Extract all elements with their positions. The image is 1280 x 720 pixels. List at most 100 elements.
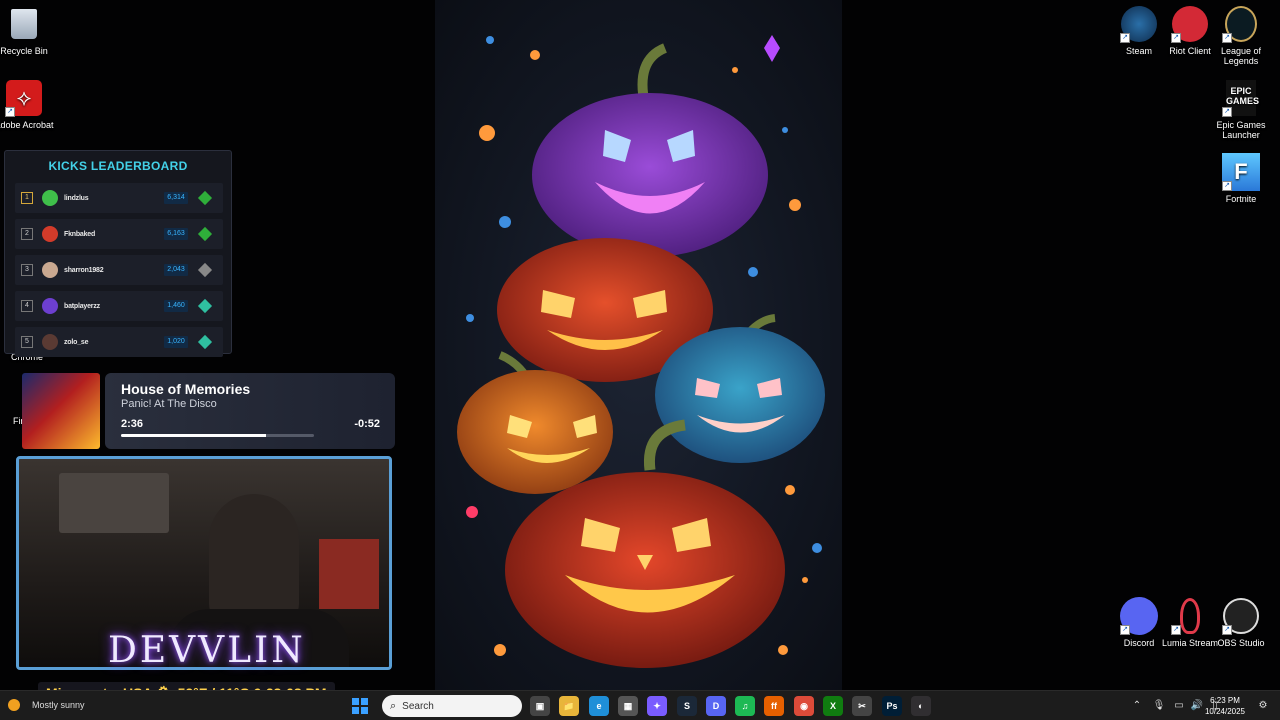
epic-games-shortcut[interactable]: EPIC GAMES ↗ Epic Games Launcher bbox=[1209, 79, 1273, 140]
leaderboard-rank: 1 bbox=[21, 192, 33, 204]
discord-icon: D bbox=[712, 701, 720, 711]
clock-time: 6:23 PM bbox=[1210, 696, 1240, 705]
photoshop-icon: Ps bbox=[886, 701, 898, 711]
leaderboard-avatar bbox=[42, 298, 58, 314]
microphone-icon[interactable]: 🎙 bbox=[1152, 699, 1166, 713]
wallpaper-pumpkins bbox=[435, 0, 842, 690]
discord-label: Discord bbox=[1123, 638, 1155, 648]
lumia-icon: ↗ bbox=[1171, 597, 1209, 635]
search-icon: ⌕ bbox=[390, 699, 397, 712]
leaderboard-name: zolo_se bbox=[64, 338, 89, 346]
league-label: League of Legends bbox=[1220, 46, 1262, 66]
channel-brand: DEVVLIN bbox=[108, 630, 306, 671]
adobe-acrobat-shortcut[interactable]: ⟡ ↗ Adobe Acrobat bbox=[0, 79, 56, 130]
fortnite-label: Fortnite bbox=[1225, 194, 1257, 204]
leaderboard-badge-icon bbox=[197, 298, 213, 314]
store-icon: ▦ bbox=[623, 700, 633, 711]
acrobat-icon: ⟡ ↗ bbox=[5, 79, 43, 117]
xbox-app[interactable]: X bbox=[823, 696, 843, 716]
leaderboard-score: 6,314 bbox=[164, 192, 188, 204]
pumpkin-artwork bbox=[457, 35, 825, 668]
file-explorer-app[interactable]: 📁 bbox=[559, 696, 579, 716]
leaderboard-avatar bbox=[42, 334, 58, 350]
obs-icon: ↗ bbox=[1222, 597, 1260, 635]
leaderboard-rank: 3 bbox=[21, 264, 33, 276]
steam-app[interactable]: S bbox=[677, 696, 697, 716]
leaderboard-name: batplayerzz bbox=[64, 302, 100, 310]
weather-widget[interactable]: Mostly sunny bbox=[8, 699, 85, 711]
leaderboard-name: Fknbaked bbox=[64, 230, 96, 238]
edge-icon: e bbox=[596, 701, 602, 711]
desktop: Recycle Bin ⟡ ↗ Adobe Acrobat ↗ Steam ↗ … bbox=[0, 0, 1280, 720]
task-view-app[interactable]: ▣ bbox=[530, 696, 550, 716]
leaderboard-row: 1 lindzlus 6,314 bbox=[15, 183, 223, 213]
obs-studio-label: OBS Studio bbox=[1217, 638, 1265, 648]
kicks-leaderboard: KICKS LEADERBOARD 1 lindzlus 6,314 2 Fknbake… bbox=[4, 150, 232, 357]
leaderboard-row: 2 Fknbaked 6,163 bbox=[15, 219, 223, 249]
leaderboard-badge-icon bbox=[197, 190, 213, 206]
discord-icon: ↗ bbox=[1120, 597, 1158, 635]
obs-icon: ◐ bbox=[918, 701, 924, 711]
search-placeholder: Search bbox=[402, 700, 434, 712]
network-icon[interactable]: ▭ bbox=[1172, 699, 1186, 713]
leaderboard-badge-icon bbox=[197, 262, 213, 278]
song-artist: Panic! At The Disco bbox=[121, 398, 217, 410]
steam-icon: S bbox=[683, 701, 690, 711]
photoshop-app[interactable]: Ps bbox=[882, 696, 902, 716]
leaderboard-avatar bbox=[42, 226, 58, 242]
firefox-icon: ff bbox=[771, 701, 777, 711]
steam-icon: ↗ bbox=[1120, 5, 1158, 43]
riot-icon: ↗ bbox=[1171, 5, 1209, 43]
leaderboard-avatar bbox=[42, 262, 58, 278]
chevron-up-icon[interactable]: ⌃ bbox=[1130, 699, 1144, 713]
weather-sun-icon bbox=[8, 699, 20, 711]
edge-app[interactable]: e bbox=[589, 696, 609, 716]
weather-text: Mostly sunny bbox=[32, 700, 85, 710]
now-playing-card: House of Memories Panic! At The Disco 2:… bbox=[105, 373, 395, 449]
album-art bbox=[22, 373, 100, 449]
discord-app[interactable]: D bbox=[706, 696, 726, 716]
fortnite-icon: F ↗ bbox=[1222, 153, 1260, 191]
leaderboard-row: 4 batplayerzz 1,460 bbox=[15, 291, 223, 321]
riot-client-label: Riot Client bbox=[1169, 46, 1211, 56]
snip-icon: ✂ bbox=[858, 700, 866, 711]
steam-label: Steam bbox=[1125, 46, 1152, 56]
leaderboard-score: 1,020 bbox=[164, 336, 188, 348]
xbox-icon: X bbox=[829, 701, 836, 711]
spotify-icon: ♫ bbox=[741, 701, 749, 711]
copilot-app[interactable]: ✦ bbox=[647, 696, 667, 716]
leaderboard-title: KICKS LEADERBOARD bbox=[48, 159, 188, 173]
taskbar-search[interactable]: ⌕ Search bbox=[382, 695, 522, 717]
store-app[interactable]: ▦ bbox=[618, 696, 638, 716]
obs-app[interactable]: ◐ bbox=[911, 696, 931, 716]
firefox-app[interactable]: ff bbox=[764, 696, 784, 716]
song-title: House of Memories bbox=[121, 381, 251, 397]
league-shortcut[interactable]: ↗ League of Legends bbox=[1209, 5, 1273, 66]
recycle-bin-shortcut[interactable]: Recycle Bin bbox=[0, 5, 56, 56]
taskbar-clock[interactable]: 6:23 PM 10/24/2025 bbox=[1200, 695, 1250, 717]
taskbar: Mostly sunny ⌕ Search ▣ 📁 e ▦ ✦ S D ♫ ff ◉ X ✂ Ps ◐ ⌃… bbox=[0, 690, 1280, 720]
leaderboard-row: 3 sharron1982 2,043 bbox=[15, 255, 223, 285]
leaderboard-name: sharron1982 bbox=[64, 266, 104, 274]
epic-games-icon: EPIC GAMES ↗ bbox=[1222, 79, 1260, 117]
leaderboard-score: 1,460 bbox=[164, 300, 188, 312]
start-button[interactable] bbox=[352, 698, 368, 714]
obs-studio-shortcut[interactable]: ↗ OBS Studio bbox=[1209, 597, 1273, 648]
spotify-app[interactable]: ♫ bbox=[735, 696, 755, 716]
recycle-bin-icon bbox=[5, 5, 43, 43]
fortnite-shortcut[interactable]: F ↗ Fortnite bbox=[1209, 153, 1273, 204]
notification-icon[interactable]: ⚙ bbox=[1256, 699, 1270, 713]
recycle-bin-label: Recycle Bin bbox=[0, 46, 48, 56]
leaderboard-rank: 4 bbox=[21, 300, 33, 312]
leaderboard-avatar bbox=[42, 190, 58, 206]
file-explorer-icon: 📁 bbox=[563, 700, 575, 711]
leaderboard-score: 2,043 bbox=[164, 264, 188, 276]
song-progress-bar bbox=[121, 434, 314, 437]
elapsed-time: 2:36 bbox=[121, 418, 144, 430]
streamer-silhouette bbox=[209, 494, 299, 624]
snip-app[interactable]: ✂ bbox=[852, 696, 872, 716]
copilot-icon: ✦ bbox=[653, 700, 661, 711]
chrome-app[interactable]: ◉ bbox=[794, 696, 814, 716]
chrome-icon: ◉ bbox=[800, 700, 808, 711]
clock-date: 10/24/2025 bbox=[1204, 707, 1246, 716]
